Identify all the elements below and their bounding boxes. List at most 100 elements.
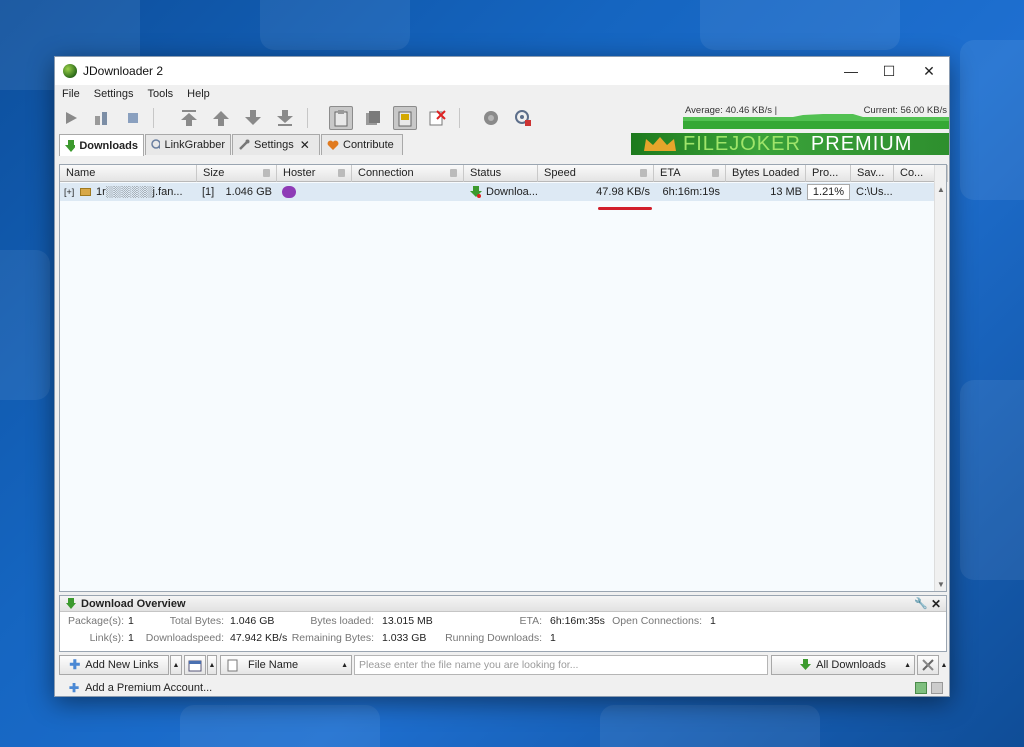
file-name-filter-label: File Name: [248, 659, 299, 671]
app-logo-icon: [63, 64, 77, 78]
tab-linkgrabber[interactable]: LinkGrabber: [145, 134, 231, 155]
plus-icon: ✚: [69, 681, 80, 695]
hoster-icon: [282, 186, 296, 198]
pause-icon[interactable]: [89, 106, 113, 130]
expand-toggle[interactable]: [+]: [64, 183, 74, 201]
scroll-up-icon[interactable]: ▲: [937, 185, 945, 194]
tab-downloads[interactable]: Downloads: [59, 134, 144, 156]
column-connection[interactable]: Connection: [352, 165, 464, 182]
open-connections-value: 1: [710, 615, 716, 627]
eta-overview-value: 6h:16m:35s: [550, 615, 605, 627]
packages-value: 1: [128, 615, 134, 627]
tab-downloads-label: Downloads: [79, 139, 138, 152]
overview-header: Download Overview 🔧 ✕: [60, 596, 946, 612]
lock-icon: [338, 169, 345, 177]
file-name-filter-select[interactable]: File Name ▲: [220, 655, 352, 675]
quicksettings-icon[interactable]: [917, 655, 939, 675]
file-icon: [227, 659, 238, 671]
total-bytes-value: 1.046 GB: [230, 615, 275, 627]
table-scrollbar[interactable]: ▲ ▼: [934, 165, 946, 591]
premium-banner[interactable]: FILEJOKER PREMIUM: [631, 133, 949, 155]
package-size: 1.046 GB: [225, 186, 272, 198]
add-new-links-button[interactable]: ✚ Add New Links: [59, 655, 169, 675]
overview-title: Download Overview: [81, 597, 186, 610]
column-speed-label: Speed: [544, 167, 576, 179]
maximize-button[interactable]: ☐: [869, 57, 909, 85]
wrench-icon: [239, 139, 250, 150]
move-up-icon[interactable]: [209, 106, 233, 130]
eta-value: 6h:16m:19s: [662, 186, 720, 198]
menu-help[interactable]: Help: [180, 88, 217, 100]
calendar-icon[interactable]: [184, 655, 206, 675]
running-downloads-value: 1: [550, 632, 556, 644]
download-overview-panel: Download Overview 🔧 ✕ Package(s): 1 Tota…: [59, 595, 947, 652]
save-to-value: C:\Us...: [856, 186, 892, 198]
move-top-icon[interactable]: [177, 106, 201, 130]
scroll-down-icon[interactable]: ▼: [937, 580, 945, 589]
auto-reconnect-icon[interactable]: [393, 106, 417, 130]
add-new-links-label: Add New Links: [85, 659, 159, 671]
status-text: Downloa...: [486, 186, 538, 198]
column-comment[interactable]: Co...: [894, 165, 936, 182]
tab-settings-label: Settings: [254, 139, 294, 151]
premium-icon[interactable]: [511, 106, 535, 130]
menu-settings[interactable]: Settings: [87, 88, 141, 100]
status-download-icon: [470, 186, 482, 198]
download-speed: 47.98 KB/s: [596, 186, 650, 198]
connection-status-icon[interactable]: [915, 682, 927, 694]
window-title: JDownloader 2: [83, 64, 164, 78]
close-tab-icon[interactable]: ✕: [300, 138, 310, 152]
search-input[interactable]: Please enter the file name you are looki…: [354, 655, 768, 675]
chevron-up-icon: ▲: [904, 661, 911, 669]
column-save-to[interactable]: Sav...: [851, 165, 894, 182]
remaining-bytes-value: 1.033 GB: [382, 632, 427, 644]
running-downloads-label: Running Downloads:: [445, 632, 542, 644]
menu-tools[interactable]: Tools: [140, 88, 180, 100]
add-premium-account-link[interactable]: Add a Premium Account...: [85, 682, 212, 694]
clipboard-icon[interactable]: [329, 106, 353, 130]
tab-contribute[interactable]: Contribute: [321, 134, 403, 155]
column-status[interactable]: Status: [464, 165, 538, 182]
column-eta-label: ETA: [660, 167, 681, 179]
move-bottom-icon[interactable]: [273, 106, 297, 130]
bytes-loaded-value: 13 MB: [770, 186, 802, 198]
tab-settings[interactable]: Settings ✕: [232, 134, 320, 155]
total-bytes-label: Total Bytes:: [169, 615, 224, 627]
quicksettings-dropdown[interactable]: ▲: [940, 655, 948, 675]
notification-icon[interactable]: [931, 682, 943, 694]
close-button[interactable]: ✕: [909, 57, 949, 85]
add-links-dropdown[interactable]: ▲: [170, 655, 182, 675]
reconnect-icon[interactable]: [361, 106, 385, 130]
table-row[interactable]: [+] 1r░░░░░░j.fan... [1] 1.046 GB Downlo…: [60, 183, 936, 201]
update-icon[interactable]: [479, 106, 503, 130]
column-bytes-loaded[interactable]: Bytes Loaded: [726, 165, 806, 182]
open-connections-label: Open Connections:: [612, 615, 702, 627]
banner-tier: PREMIUM: [810, 133, 913, 155]
remaining-bytes-label: Remaining Bytes:: [291, 632, 374, 644]
download-speed-label: Downloadspeed:: [145, 632, 224, 644]
menu-file[interactable]: File: [55, 88, 87, 100]
lock-icon: [640, 169, 647, 177]
column-hoster[interactable]: Hoster: [277, 165, 352, 182]
column-name[interactable]: Name: [60, 165, 197, 182]
column-eta[interactable]: ETA: [654, 165, 726, 182]
progress-value: 1.21%: [807, 184, 850, 200]
cancel-icon[interactable]: [425, 106, 449, 130]
download-arrow-icon: [65, 139, 76, 152]
speed-graph: Average: 40.46 KB/s | Current: 56.00 KB/…: [683, 103, 949, 129]
column-size[interactable]: Size: [197, 165, 277, 182]
all-downloads-select[interactable]: All Downloads ▲: [771, 655, 915, 675]
column-progress[interactable]: Pro...: [806, 165, 851, 182]
title-bar: JDownloader 2 — ☐ ✕: [55, 57, 949, 85]
column-speed[interactable]: Speed: [538, 165, 654, 182]
lock-icon: [712, 169, 719, 177]
calendar-dropdown[interactable]: ▲: [207, 655, 217, 675]
play-icon[interactable]: [59, 106, 83, 130]
overview-close-icon[interactable]: ✕: [931, 597, 941, 611]
overview-settings-icon[interactable]: 🔧: [914, 597, 928, 610]
stop-icon[interactable]: [121, 106, 145, 130]
table-header: Name Size Hoster Connection Status Speed…: [60, 165, 948, 182]
move-down-icon[interactable]: [241, 106, 265, 130]
menu-bar: File Settings Tools Help: [55, 85, 949, 103]
minimize-button[interactable]: —: [831, 57, 871, 85]
